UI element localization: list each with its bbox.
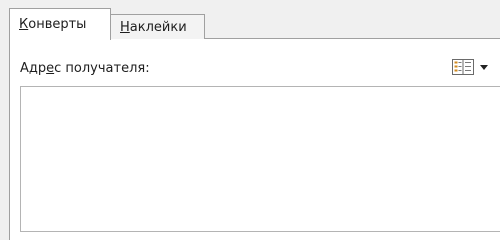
- tab-labels-label: аклейки: [129, 19, 187, 35]
- recipient-address-field[interactable]: [20, 86, 500, 232]
- chevron-down-icon[interactable]: [480, 64, 488, 70]
- tab-labels-mnemonic: Н: [120, 19, 130, 35]
- envelopes-panel: Адрес получателя:: [9, 39, 500, 240]
- tab-envelopes-label: онверты: [28, 17, 87, 32]
- tab-envelopes[interactable]: Конверты: [9, 8, 111, 40]
- address-book-icon: [451, 58, 475, 76]
- tab-strip: Конверты Наклейки: [0, 0, 500, 40]
- tab-envelopes-mnemonic: К: [19, 17, 29, 32]
- recipient-label-part: Адр: [20, 61, 47, 76]
- recipient-label-part: с получателя:: [54, 61, 150, 76]
- address-book-button[interactable]: [451, 57, 491, 77]
- recipient-address-label: Адрес получателя:: [20, 61, 150, 76]
- tab-labels[interactable]: Наклейки: [110, 14, 205, 39]
- recipient-label-mnemonic: е: [46, 61, 55, 76]
